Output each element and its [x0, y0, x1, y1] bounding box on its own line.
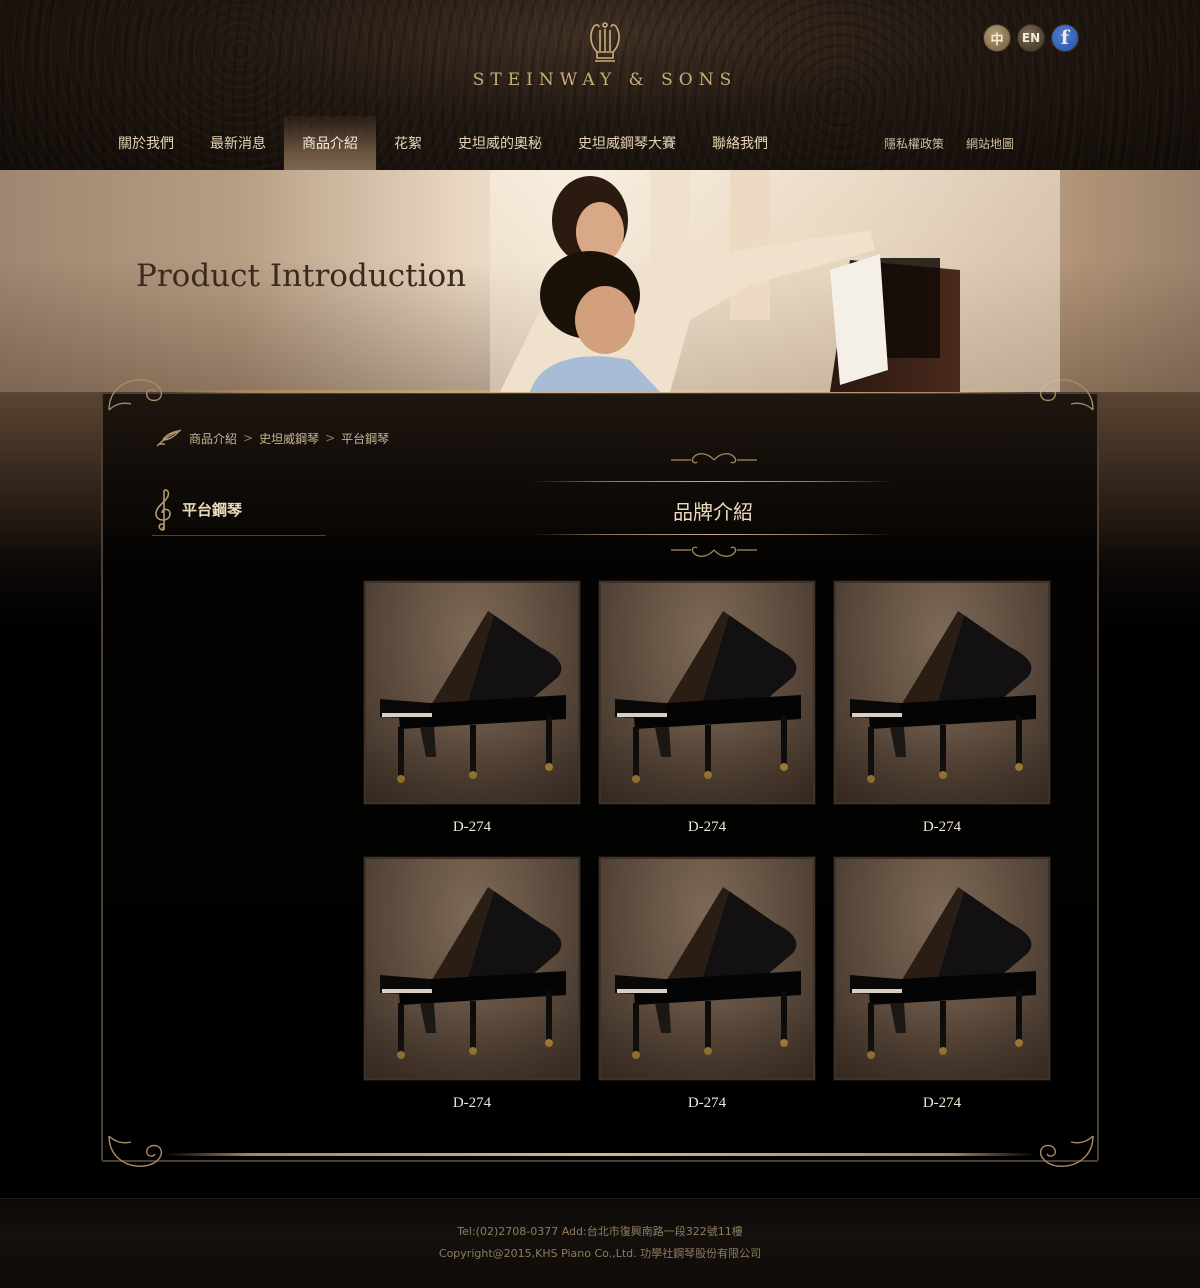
sitemap-link[interactable]: 網站地圖 — [966, 135, 1014, 152]
product-image[interactable] — [833, 856, 1051, 1081]
main-nav: 關於我們 最新消息 商品介紹 花絮 史坦威的奧秘 史坦威鋼琴大賽 聯絡我們 — [100, 116, 786, 170]
breadcrumb-steinway[interactable]: 史坦威鋼琴 — [259, 430, 319, 447]
grand-piano-image — [615, 611, 801, 783]
site-header: STEINWAY & SONS 中 EN f 關於我們 最新消息 商品介紹 花絮… — [0, 0, 1200, 170]
nav-item-competition[interactable]: 史坦威鋼琴大賽 — [560, 116, 694, 170]
footer-contact: Tel:(02)2708-0377 Add:台北市復興南路一段322號11樓 — [457, 1225, 743, 1238]
lang-en-button[interactable]: EN — [1017, 24, 1045, 52]
product-card[interactable]: D-274 — [833, 580, 1051, 857]
product-card[interactable]: D-274 — [363, 580, 581, 857]
product-name[interactable]: D-274 — [834, 804, 1050, 850]
privacy-link[interactable]: 隱私權政策 — [884, 135, 944, 152]
product-image[interactable] — [363, 580, 581, 805]
nav-item-news[interactable]: 最新消息 — [192, 116, 284, 170]
product-card[interactable]: D-274 — [363, 856, 581, 1133]
ornament-icon — [671, 453, 757, 464]
grand-piano-image — [380, 611, 566, 783]
brand-logo[interactable]: STEINWAY & SONS — [440, 20, 770, 90]
product-name[interactable]: D-274 — [364, 804, 580, 850]
breadcrumb: 商品介紹 > 史坦威鋼琴 > 平台鋼琴 — [155, 428, 389, 448]
section-heading: 品牌介紹 — [533, 450, 893, 562]
facebook-icon[interactable]: f — [1051, 24, 1079, 52]
product-name[interactable]: D-274 — [834, 1080, 1050, 1126]
heading-rule-bottom — [533, 534, 893, 535]
site-footer: Tel:(02)2708-0377 Add:台北市復興南路一段322號11樓 C… — [0, 1198, 1200, 1288]
grand-piano-image — [850, 611, 1036, 783]
product-grid: D-274 D-274 D-274 D-274 D-274 D-274 — [363, 580, 1052, 1133]
product-image[interactable] — [598, 580, 816, 805]
banner-title: Product Introduction — [136, 258, 467, 294]
breadcrumb-separator: > — [243, 431, 254, 445]
panel-bottom-rule — [165, 1153, 1035, 1156]
ornament-icon — [108, 1135, 163, 1167]
footer-copyright: Copyright@2015,KHS Piano Co.,Ltd. 功學社鋼琴股… — [438, 1247, 762, 1260]
breadcrumb-grand: 平台鋼琴 — [341, 431, 390, 446]
quill-icon — [156, 429, 182, 447]
breadcrumb-products[interactable]: 商品介紹 — [189, 430, 237, 447]
lang-zh-button[interactable]: 中 — [983, 24, 1011, 52]
nav-item-mystery[interactable]: 史坦威的奧秘 — [440, 116, 560, 170]
sidebar-category: 平台鋼琴 — [152, 484, 326, 536]
sidebar-item-grand-piano[interactable]: 平台鋼琴 — [182, 499, 242, 520]
product-card[interactable]: D-274 — [833, 856, 1051, 1133]
product-image[interactable] — [833, 580, 1051, 805]
ornament-icon — [108, 379, 163, 411]
nav-item-contact[interactable]: 聯絡我們 — [694, 116, 786, 170]
ornament-icon — [1039, 1135, 1094, 1167]
product-card[interactable]: D-274 — [598, 856, 816, 1133]
product-name[interactable]: D-274 — [599, 804, 815, 850]
nav-item-products[interactable]: 商品介紹 — [284, 116, 376, 170]
grand-piano-image — [850, 887, 1036, 1059]
breadcrumb-separator: > — [325, 431, 336, 445]
heading-rule-top — [533, 481, 893, 482]
grand-piano-image — [380, 887, 566, 1059]
lyre-icon — [590, 22, 620, 62]
brand-name: STEINWAY & SONS — [472, 70, 738, 90]
product-name[interactable]: D-274 — [364, 1080, 580, 1126]
language-switcher: 中 EN f — [983, 24, 1079, 52]
ornament-icon — [671, 546, 757, 557]
product-image[interactable] — [363, 856, 581, 1081]
section-title: 品牌介紹 — [673, 500, 753, 524]
grand-piano-image — [615, 887, 801, 1059]
hero-banner: Product Introduction — [0, 170, 1200, 392]
product-name[interactable]: D-274 — [599, 1080, 815, 1126]
nav-item-highlights[interactable]: 花絮 — [376, 116, 440, 170]
product-card[interactable]: D-274 — [598, 580, 816, 857]
product-image[interactable] — [598, 856, 816, 1081]
nav-item-about[interactable]: 關於我們 — [100, 116, 192, 170]
treble-clef-icon — [155, 488, 171, 531]
banner-photo — [490, 170, 1060, 392]
utility-nav: 隱私權政策 網站地圖 — [884, 116, 1014, 170]
